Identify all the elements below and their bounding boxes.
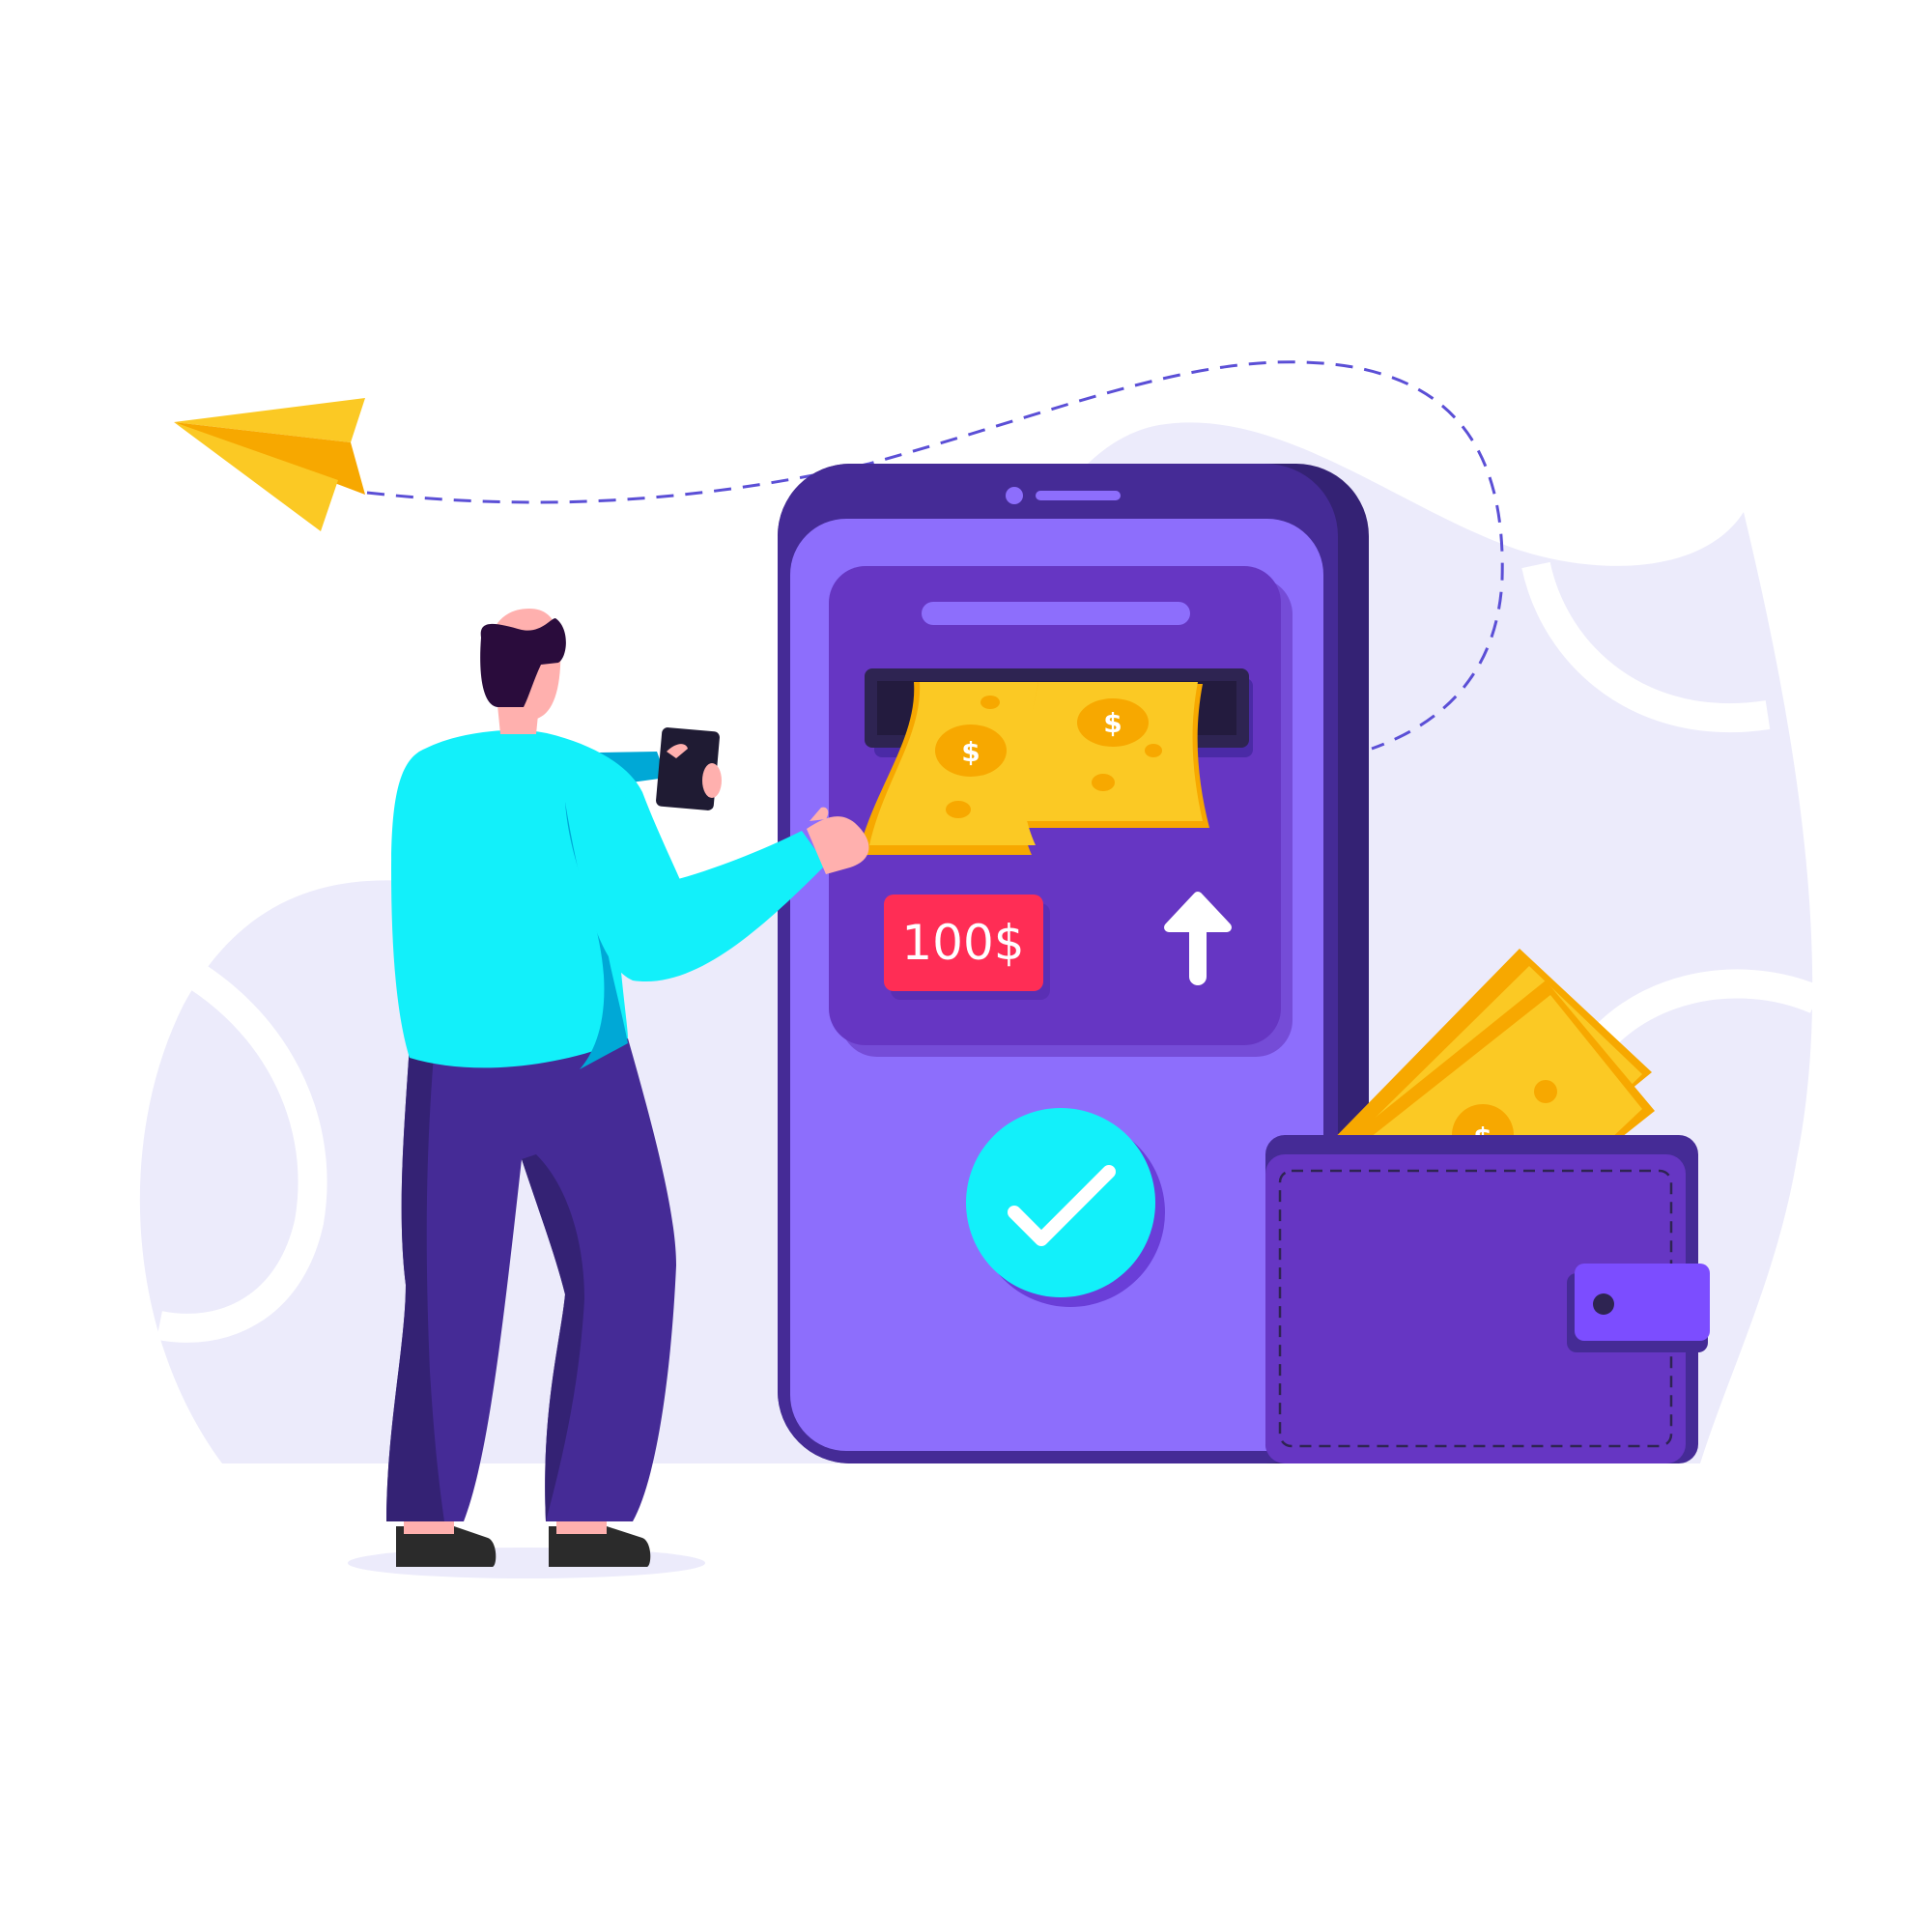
paper-plane-icon — [174, 398, 365, 531]
dollar-sign-icon: $ — [961, 736, 980, 768]
payment-illustration: $ $ 100$ — [139, 360, 1823, 1578]
phone-speaker — [1036, 491, 1121, 500]
panel-header-bar — [922, 602, 1190, 625]
dollar-sign-icon: $ — [1103, 707, 1122, 739]
amount-label: 100$ — [901, 915, 1024, 971]
phone-camera — [1006, 487, 1023, 504]
